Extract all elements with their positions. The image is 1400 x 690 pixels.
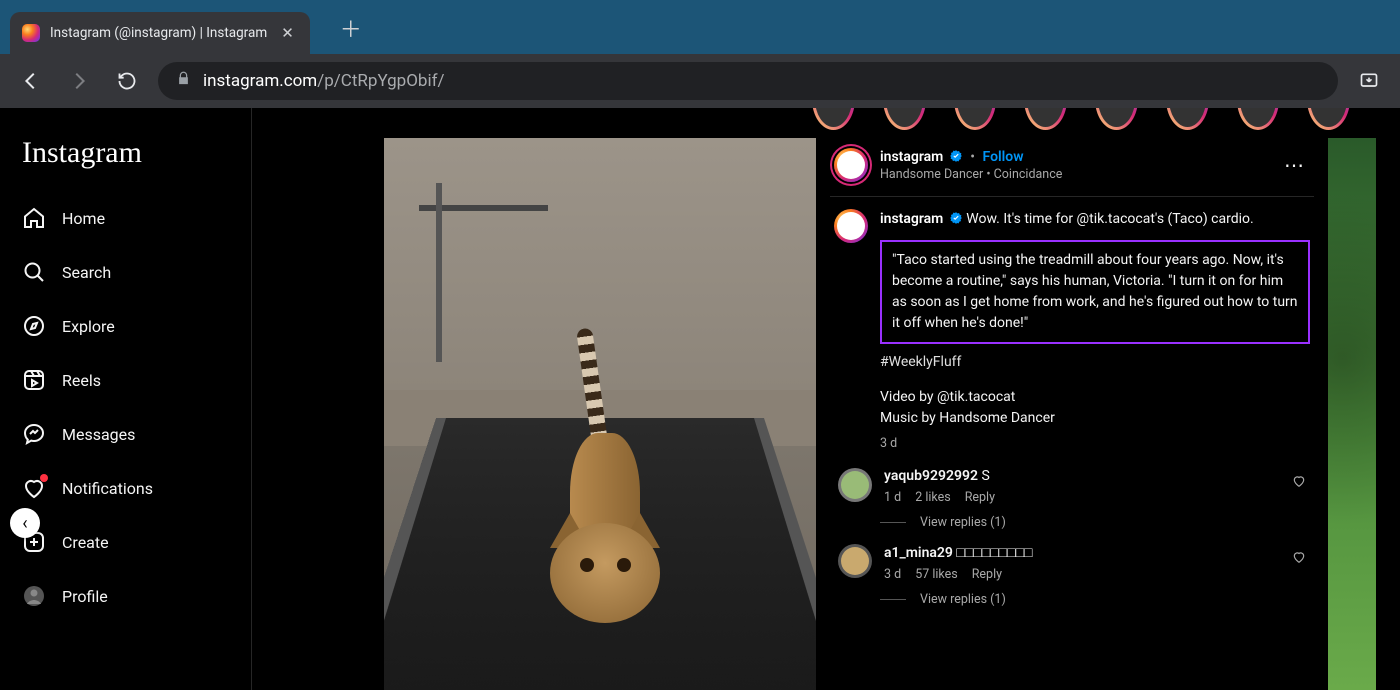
post-details: instagram • Follow Handsome Dancer • Coi…: [816, 138, 1328, 690]
sidebar-item-profile[interactable]: Profile: [12, 572, 239, 620]
story-avatar[interactable]: [954, 108, 997, 130]
story-avatar[interactable]: [1095, 108, 1138, 130]
lock-icon: [176, 71, 191, 91]
reload-button[interactable]: [110, 64, 144, 98]
compass-icon: [22, 314, 46, 338]
profile-avatar-icon: [22, 584, 46, 608]
carousel-prev-button[interactable]: ‹: [10, 508, 40, 538]
caption-row: instagram Wow. It's time for @tik.tacoca…: [834, 209, 1310, 454]
view-replies-label: View replies (1): [920, 592, 1006, 607]
sidebar-item-label: Explore: [62, 317, 115, 336]
sidebar-item-label: Messages: [62, 425, 135, 444]
sidebar: Instagram Home Search Explore Reels: [0, 108, 252, 690]
install-app-icon[interactable]: [1352, 64, 1386, 98]
verified-badge-icon: [949, 149, 963, 163]
like-comment-button[interactable]: [1292, 474, 1306, 492]
reels-icon: [22, 368, 46, 392]
tab-title: Instagram (@instagram) | Instagram: [50, 25, 267, 41]
view-replies-button[interactable]: View replies (1): [880, 515, 1310, 530]
forward-button[interactable]: [62, 64, 96, 98]
story-avatar[interactable]: [812, 108, 855, 130]
sidebar-item-home[interactable]: Home: [12, 194, 239, 242]
verified-badge-icon: [949, 211, 963, 225]
caption-lead: Wow. It's time for @tik.tacocat's (Taco)…: [966, 211, 1253, 227]
browser-tab[interactable]: Instagram (@instagram) | Instagram ✕: [10, 12, 310, 54]
url-text: instagram.com/p/CtRpYgpObif/: [203, 71, 445, 91]
caption-credit-video: Video by @tik.tacocat: [880, 387, 1310, 408]
browser-toolbar: instagram.com/p/CtRpYgpObif/: [0, 54, 1400, 108]
story-avatar[interactable]: [1307, 108, 1350, 130]
sidebar-item-search[interactable]: Search: [12, 248, 239, 296]
search-icon: [22, 260, 46, 284]
sidebar-item-messages[interactable]: Messages: [12, 410, 239, 458]
author-avatar-small[interactable]: [834, 209, 868, 243]
sidebar-item-explore[interactable]: Explore: [12, 302, 239, 350]
post-music[interactable]: Handsome Dancer • Coincidance: [880, 167, 1062, 182]
messenger-icon: [22, 422, 46, 446]
sidebar-item-label: Profile: [62, 587, 108, 606]
commenter-avatar[interactable]: [838, 468, 872, 502]
instagram-logo[interactable]: Instagram: [12, 136, 239, 188]
caption-username[interactable]: instagram: [880, 211, 943, 227]
view-replies-button[interactable]: View replies (1): [880, 592, 1310, 607]
browser-tabstrip: Instagram (@instagram) | Instagram ✕ ＋: [0, 0, 1400, 54]
comment-age: 3 d: [884, 567, 901, 582]
more-options-button[interactable]: ⋯: [1278, 149, 1310, 181]
comment-reply-button[interactable]: Reply: [972, 567, 1002, 582]
follow-button[interactable]: Follow: [983, 149, 1024, 165]
separator: •: [970, 149, 975, 165]
comment-row: a1_mina29 □□□□□□□□□ 3 d 57 likes Reply: [834, 544, 1310, 582]
story-avatar[interactable]: [1237, 108, 1280, 130]
sidebar-item-notifications[interactable]: Notifications: [12, 464, 239, 512]
comment-age: 1 d: [884, 490, 901, 505]
post-age: 3 d: [880, 435, 1310, 454]
story-avatar[interactable]: [883, 108, 926, 130]
new-tab-button[interactable]: ＋: [340, 12, 362, 44]
back-button[interactable]: [14, 64, 48, 98]
caption-and-comments: instagram Wow. It's time for @tik.tacoca…: [830, 197, 1314, 607]
sidebar-item-label: Search: [62, 263, 111, 282]
sidebar-item-label: Home: [62, 209, 105, 228]
sidebar-item-create[interactable]: Create: [12, 518, 239, 566]
sidebar-item-reels[interactable]: Reels: [12, 356, 239, 404]
comment-likes[interactable]: 2 likes: [915, 490, 951, 505]
caption-hashtag[interactable]: #WeeklyFluff: [880, 352, 1310, 373]
sidebar-item-label: Reels: [62, 371, 101, 390]
comment-text: □□□□□□□□□: [956, 545, 1032, 561]
sidebar-item-label: Create: [62, 533, 109, 552]
comment-text: S: [981, 468, 989, 484]
view-replies-label: View replies (1): [920, 515, 1006, 530]
close-tab-icon[interactable]: ✕: [277, 24, 298, 42]
comment-likes[interactable]: 57 likes: [915, 567, 958, 582]
comment-username[interactable]: yaqub9292992: [884, 468, 978, 484]
author-username[interactable]: instagram: [880, 149, 943, 165]
comment-row: yaqub9292992 S 1 d 2 likes Reply: [834, 468, 1310, 505]
commenter-avatar[interactable]: [838, 544, 872, 578]
post-header: instagram • Follow Handsome Dancer • Coi…: [830, 138, 1314, 197]
home-icon: [22, 206, 46, 230]
story-avatar[interactable]: [1166, 108, 1209, 130]
caption-credit-music: Music by Handsome Dancer: [880, 408, 1310, 429]
story-avatar[interactable]: [1024, 108, 1067, 130]
author-avatar[interactable]: [834, 148, 868, 182]
sidebar-item-label: Notifications: [62, 479, 153, 498]
instagram-favicon-icon: [22, 24, 40, 42]
like-comment-button[interactable]: [1292, 550, 1306, 568]
comment-reply-button[interactable]: Reply: [965, 490, 995, 505]
next-post-preview[interactable]: [1328, 138, 1376, 690]
notification-dot-icon: [40, 474, 48, 482]
post-media[interactable]: [384, 138, 816, 690]
url-bar[interactable]: instagram.com/p/CtRpYgpObif/: [158, 62, 1338, 100]
comment-username[interactable]: a1_mina29: [884, 545, 953, 561]
stories-row: [812, 108, 1350, 138]
main-content: instagram • Follow Handsome Dancer • Coi…: [252, 108, 1400, 690]
caption-quote-highlight: "Taco started using the treadmill about …: [880, 240, 1310, 344]
